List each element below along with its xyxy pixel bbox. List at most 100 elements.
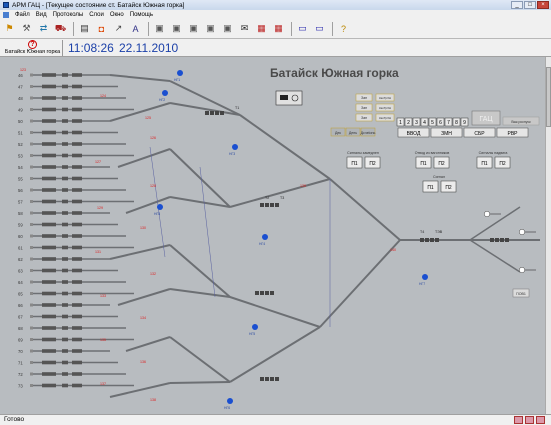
track-segment xyxy=(42,188,56,192)
track-segment xyxy=(72,383,82,388)
menu-layers[interactable]: Слои xyxy=(86,12,107,18)
scroll-thumb[interactable] xyxy=(546,67,551,127)
switch-label: 137 xyxy=(100,382,106,386)
switch-label: 132 xyxy=(150,272,156,276)
retarder-block xyxy=(275,377,279,381)
signal-light-icon[interactable] xyxy=(252,324,258,330)
minimize-button[interactable]: _ xyxy=(511,1,523,9)
signal-light-icon[interactable] xyxy=(162,90,168,96)
close-button[interactable]: × xyxy=(537,1,549,9)
junction-track xyxy=(229,296,321,328)
mode-button-label: ВВОД xyxy=(407,131,421,137)
track-segment xyxy=(42,119,56,123)
folder-icon[interactable]: ▣ xyxy=(186,21,201,36)
station-tab[interactable]: ? Батайск Южная горка xyxy=(3,40,63,56)
window-icon[interactable]: ▭ xyxy=(295,21,310,36)
folder-icon[interactable]: ▣ xyxy=(203,21,218,36)
end-signal-icon[interactable] xyxy=(518,228,526,236)
track-segment xyxy=(62,349,68,353)
signal-label: НГ2 xyxy=(159,98,165,102)
track-segment xyxy=(62,326,68,330)
track-segment xyxy=(42,96,56,100)
track-number: 59 xyxy=(18,223,23,228)
car-tool-icon[interactable]: ⛟ xyxy=(53,21,68,36)
track-segment xyxy=(42,383,56,388)
retarder-block xyxy=(270,203,274,207)
retarder-block xyxy=(505,238,509,242)
switch-label: 129 xyxy=(97,206,103,210)
menu-view[interactable]: Вид xyxy=(33,12,50,18)
mode-button-label: СБР xyxy=(474,131,485,137)
track-stop xyxy=(30,280,33,284)
end-signal-icon[interactable] xyxy=(518,266,526,274)
window-icon[interactable]: ▭ xyxy=(312,21,327,36)
track-number: 67 xyxy=(18,315,23,320)
track-number: 73 xyxy=(18,384,23,389)
folder-icon[interactable]: ▣ xyxy=(169,21,184,36)
track-stop xyxy=(30,361,33,364)
signal-light-icon[interactable] xyxy=(232,144,238,150)
track-segment xyxy=(42,153,56,158)
switch-label: 127 xyxy=(95,160,101,164)
print-red-icon[interactable]: ▦ xyxy=(254,21,269,36)
track-number: 62 xyxy=(18,257,23,262)
track-stop xyxy=(30,338,33,341)
signal-light-icon[interactable] xyxy=(227,398,233,404)
help-icon[interactable]: ? xyxy=(336,21,351,36)
track-number: 72 xyxy=(18,372,23,377)
track-segment xyxy=(42,245,56,250)
retarder-block xyxy=(435,238,439,242)
menu-protocols[interactable]: Протоколы xyxy=(50,12,87,18)
retarder-block xyxy=(270,377,274,381)
mail-icon[interactable]: ✉ xyxy=(237,21,252,36)
hammer-tool-icon[interactable]: ⚒ xyxy=(19,21,34,36)
menu-file[interactable]: Файл xyxy=(12,12,33,18)
track-segment xyxy=(62,291,68,296)
question-icon: ? xyxy=(28,40,37,49)
maximize-button[interactable]: □ xyxy=(524,1,536,9)
group-title: Сигналы надвига xyxy=(479,151,508,155)
route-button-label: 4 xyxy=(423,120,426,126)
track-segment xyxy=(72,222,82,227)
camera-icon[interactable]: ◘ xyxy=(94,21,109,36)
signal-light-icon[interactable] xyxy=(262,234,268,240)
signal-label: НГ8 xyxy=(154,212,160,216)
vertical-scrollbar[interactable] xyxy=(545,57,551,414)
track-stop xyxy=(30,234,33,238)
az-icon[interactable]: A xyxy=(128,21,143,36)
save-icon[interactable]: ▤ xyxy=(77,21,92,36)
track-number: 52 xyxy=(18,142,23,147)
relay-body xyxy=(280,95,288,100)
signal-light-icon[interactable] xyxy=(422,274,428,280)
end-signal-icon[interactable] xyxy=(483,210,491,218)
route-button-label: 6 xyxy=(439,120,442,126)
switch-label: 140 xyxy=(390,248,396,252)
group-button-label: П2 xyxy=(445,185,452,191)
track-segment xyxy=(42,211,56,215)
signal-light-icon[interactable] xyxy=(177,70,183,76)
branch-track xyxy=(469,206,521,241)
track-stop xyxy=(30,269,33,272)
signal-tool-icon[interactable]: ⚑ xyxy=(2,21,17,36)
junction-track xyxy=(117,288,171,306)
track-segment xyxy=(42,142,56,146)
folder-icon[interactable]: ▣ xyxy=(220,21,235,36)
track-tag: Т4 xyxy=(420,230,424,234)
track-number: 57 xyxy=(18,200,23,205)
print-red-icon[interactable]: ▦ xyxy=(271,21,286,36)
retarder-block xyxy=(265,377,269,381)
folder-icon[interactable]: ▣ xyxy=(152,21,167,36)
menu-help[interactable]: Помощь xyxy=(127,12,156,18)
track-segment xyxy=(62,199,68,204)
track-tag: Т3 xyxy=(280,196,284,200)
track-number: 49 xyxy=(18,108,23,113)
switch-tool-icon[interactable]: ⇄ xyxy=(36,21,51,36)
switch-label: 130 xyxy=(140,226,146,230)
menu-window[interactable]: Окно xyxy=(107,12,127,18)
system-menu-icon[interactable] xyxy=(3,11,9,18)
retarder-block xyxy=(495,238,499,242)
signal-light-icon[interactable] xyxy=(157,204,163,210)
track-tag: Т1 xyxy=(235,106,239,110)
graph-icon[interactable]: ↗ xyxy=(111,21,126,36)
track-segment xyxy=(62,142,68,146)
